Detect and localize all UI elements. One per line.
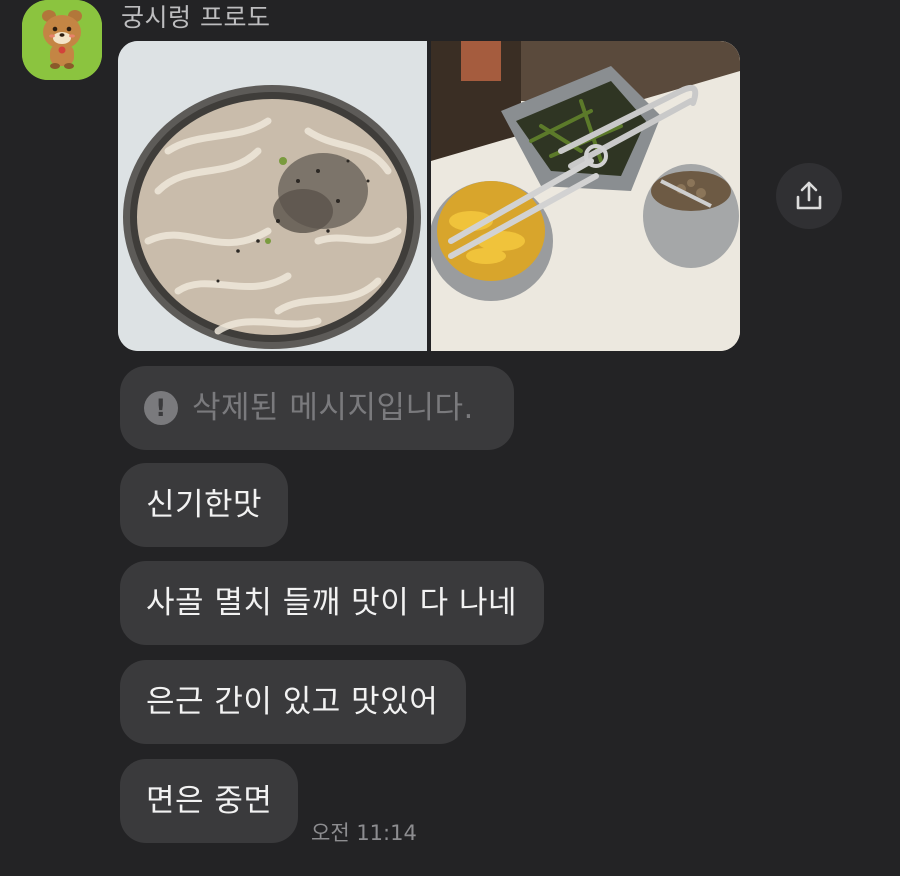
frodo-avatar-icon [22,0,102,80]
exclamation-circle-icon: ! [144,391,178,425]
chat-screen: 궁시렁 프로도 ! 삭제된 메시지입니다. 신기한맛 사골 멸치 들깨 맛이 다… [0,0,900,876]
message-bubble[interactable]: 면은 중면 [120,759,298,843]
message-bubble[interactable]: 은근 간이 있고 맛있어 [120,660,466,744]
photo-noodle-soup[interactable] [118,41,427,351]
deleted-message-text: 삭제된 메시지입니다. [192,390,474,426]
deleted-message-bubble[interactable]: ! 삭제된 메시지입니다. [120,366,514,450]
message-timestamp: 오전 11:14 [311,821,417,845]
message-bubble[interactable]: 신기한맛 [120,463,288,547]
message-bubble[interactable]: 사골 멸치 들깨 맛이 다 나네 [120,561,544,645]
photo-side-dishes[interactable] [431,41,740,351]
share-upload-icon [796,181,822,210]
share-button[interactable] [776,163,842,229]
photo-message[interactable] [118,41,740,351]
sender-name[interactable]: 궁시렁 프로도 [121,0,270,34]
noodle-soup-image [118,41,427,351]
side-dishes-image [431,41,740,351]
sender-avatar[interactable] [22,0,102,80]
